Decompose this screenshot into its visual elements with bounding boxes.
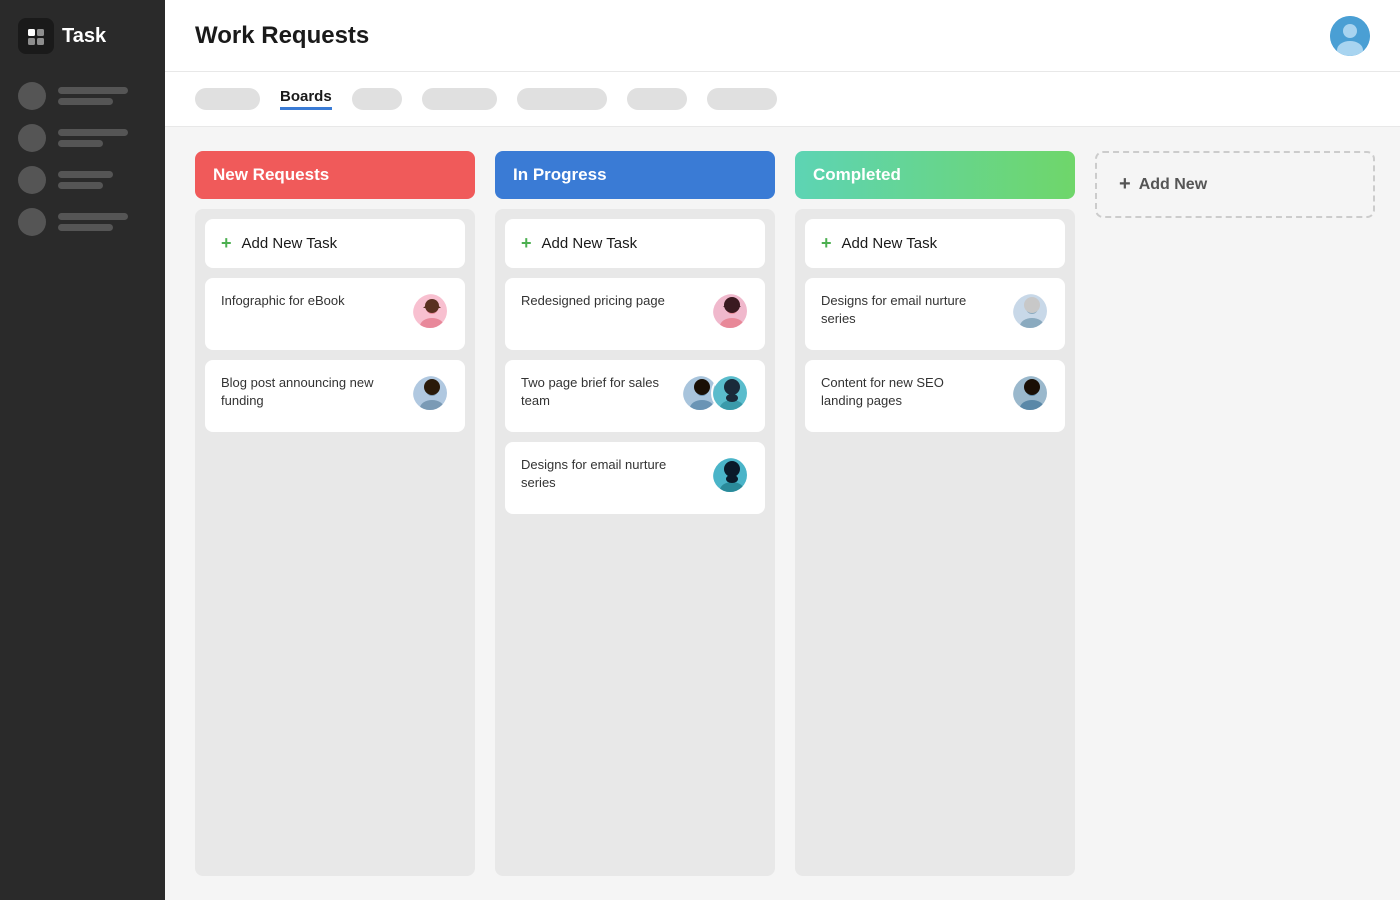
sidebar-line bbox=[58, 213, 128, 220]
task-text: Infographic for eBook bbox=[221, 292, 345, 310]
board-area: New Requests + Add New Task Infographic … bbox=[165, 127, 1400, 900]
sidebar-line bbox=[58, 87, 128, 94]
task-avatars bbox=[1011, 374, 1049, 412]
sidebar-line bbox=[58, 224, 113, 231]
task-avatars bbox=[1011, 292, 1049, 330]
plus-icon: + bbox=[221, 233, 232, 254]
avatar bbox=[711, 374, 749, 412]
sidebar-item-2[interactable] bbox=[18, 124, 147, 152]
plus-icon: + bbox=[821, 233, 832, 254]
sidebar-avatar-2 bbox=[18, 124, 46, 152]
avatar bbox=[1011, 292, 1049, 330]
page-header: Work Requests bbox=[165, 0, 1400, 72]
task-text: Blog post announcing new funding bbox=[221, 374, 381, 410]
avatar bbox=[411, 374, 449, 412]
avatar bbox=[711, 292, 749, 330]
task-avatars bbox=[681, 374, 749, 412]
tab-pill-6[interactable] bbox=[707, 88, 777, 110]
add-column-label: Add New bbox=[1139, 176, 1207, 194]
sidebar-navigation bbox=[0, 82, 165, 236]
sidebar-item-1[interactable] bbox=[18, 82, 147, 110]
column-header-new-requests: New Requests bbox=[195, 151, 475, 199]
sidebar-line bbox=[58, 140, 103, 147]
column-body-in-progress: + Add New Task Redesigned pricing page bbox=[495, 209, 775, 876]
avatar bbox=[411, 292, 449, 330]
task-avatars bbox=[711, 456, 749, 494]
task-card[interactable]: Designs for email nurture series bbox=[505, 442, 765, 514]
page-title: Work Requests bbox=[195, 22, 369, 50]
sidebar-line bbox=[58, 129, 128, 136]
task-card[interactable]: Content for new SEO landing pages bbox=[805, 360, 1065, 432]
task-text: Redesigned pricing page bbox=[521, 292, 665, 310]
task-text: Designs for email nurture series bbox=[821, 292, 981, 328]
task-text: Designs for email nurture series bbox=[521, 456, 681, 492]
avatar bbox=[711, 456, 749, 494]
sidebar-avatar-1 bbox=[18, 82, 46, 110]
task-avatars bbox=[411, 292, 449, 330]
main-content: Work Requests Boards New Requests + bbox=[165, 0, 1400, 900]
app-logo: Task bbox=[0, 18, 165, 82]
user-avatar[interactable] bbox=[1330, 16, 1370, 56]
sidebar-avatar-4 bbox=[18, 208, 46, 236]
sidebar-line bbox=[58, 171, 113, 178]
avatar bbox=[1011, 374, 1049, 412]
tab-bar: Boards bbox=[165, 72, 1400, 127]
add-task-button-new-requests[interactable]: + Add New Task bbox=[205, 219, 465, 268]
task-card[interactable]: Redesigned pricing page bbox=[505, 278, 765, 350]
task-text: Content for new SEO landing pages bbox=[821, 374, 981, 410]
sidebar-avatar-3 bbox=[18, 166, 46, 194]
sidebar: Task bbox=[0, 0, 165, 900]
column-header-completed: Completed bbox=[795, 151, 1075, 199]
task-avatars bbox=[711, 292, 749, 330]
tab-pill-4[interactable] bbox=[517, 88, 607, 110]
sidebar-line bbox=[58, 98, 113, 105]
tab-pill-3[interactable] bbox=[422, 88, 497, 110]
task-card[interactable]: Two page brief for sales team bbox=[505, 360, 765, 432]
column-in-progress: In Progress + Add New Task Redesigned pr… bbox=[495, 151, 775, 876]
sidebar-line bbox=[58, 182, 103, 189]
logo-icon bbox=[18, 18, 54, 54]
add-task-button-completed[interactable]: + Add New Task bbox=[805, 219, 1065, 268]
task-card[interactable]: Designs for email nurture series bbox=[805, 278, 1065, 350]
column-header-in-progress: In Progress bbox=[495, 151, 775, 199]
task-card[interactable]: Blog post announcing new funding bbox=[205, 360, 465, 432]
tab-pill-1[interactable] bbox=[195, 88, 260, 110]
add-column-button[interactable]: + Add New bbox=[1095, 151, 1375, 218]
column-new-requests: New Requests + Add New Task Infographic … bbox=[195, 151, 475, 876]
task-avatars bbox=[411, 374, 449, 412]
plus-icon: + bbox=[521, 233, 532, 254]
tab-pill-2[interactable] bbox=[352, 88, 402, 110]
tab-pill-5[interactable] bbox=[627, 88, 687, 110]
add-task-button-in-progress[interactable]: + Add New Task bbox=[505, 219, 765, 268]
add-column-plus-icon: + bbox=[1119, 173, 1131, 196]
task-card[interactable]: Infographic for eBook bbox=[205, 278, 465, 350]
app-name: Task bbox=[62, 25, 106, 48]
sidebar-item-3[interactable] bbox=[18, 166, 147, 194]
column-body-completed: + Add New Task Designs for email nurture… bbox=[795, 209, 1075, 876]
column-completed: Completed + Add New Task Designs for ema… bbox=[795, 151, 1075, 876]
task-text: Two page brief for sales team bbox=[521, 374, 681, 410]
sidebar-item-4[interactable] bbox=[18, 208, 147, 236]
tab-boards[interactable]: Boards bbox=[280, 88, 332, 110]
column-body-new-requests: + Add New Task Infographic for eBook bbox=[195, 209, 475, 876]
